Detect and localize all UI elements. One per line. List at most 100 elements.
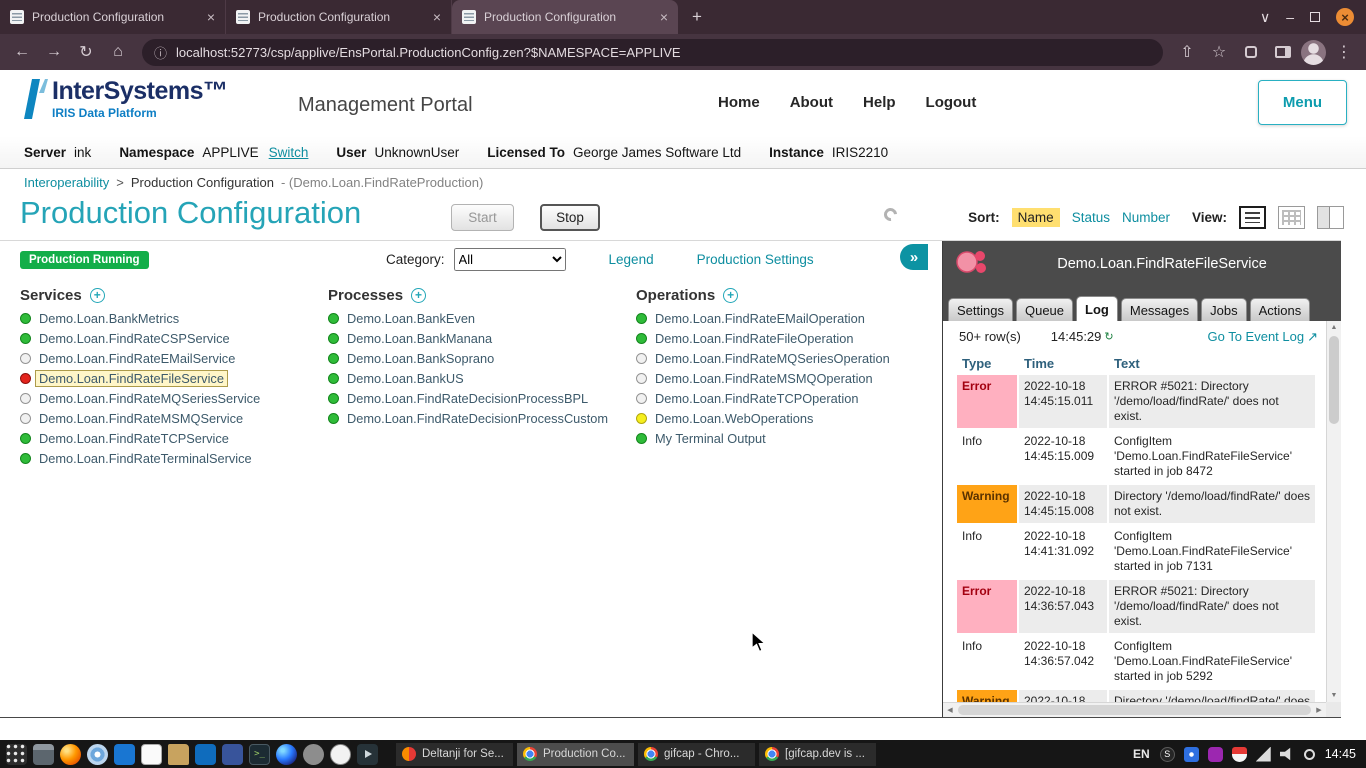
switch-namespace-link[interactable]: Switch bbox=[269, 145, 309, 160]
extensions-icon[interactable] bbox=[1237, 38, 1265, 66]
add-processes-icon[interactable]: + bbox=[411, 288, 426, 303]
power-icon[interactable] bbox=[1304, 749, 1315, 760]
go-to-event-log-link[interactable]: Go To Event Log ↗ bbox=[1207, 329, 1318, 345]
chat-icon[interactable] bbox=[1208, 747, 1223, 762]
config-item[interactable]: Demo.Loan.BankEven bbox=[328, 308, 636, 328]
panel-tab-settings[interactable]: Settings bbox=[948, 298, 1013, 321]
start-button[interactable]: Start bbox=[451, 204, 514, 231]
vertical-scroll-thumb[interactable] bbox=[1329, 336, 1339, 424]
config-item[interactable]: Demo.Loan.WebOperations bbox=[636, 408, 942, 428]
view-split-icon[interactable] bbox=[1317, 206, 1344, 229]
config-item[interactable]: Demo.Loan.FindRateMQSeriesOperation bbox=[636, 348, 942, 368]
add-operations-icon[interactable]: + bbox=[723, 288, 738, 303]
config-item[interactable]: Demo.Loan.FindRateEMailService bbox=[20, 348, 328, 368]
taskbar-window[interactable]: [gifcap.dev is ... bbox=[759, 743, 876, 766]
site-info-icon[interactable]: ⓘ bbox=[154, 43, 167, 62]
tab-search-chevron-icon[interactable]: ∨ bbox=[1260, 10, 1270, 24]
new-tab-button[interactable]: + bbox=[684, 4, 710, 30]
browser-tab[interactable]: Production Configuration× bbox=[452, 0, 678, 34]
config-item[interactable]: Demo.Loan.FindRateTCPService bbox=[20, 428, 328, 448]
mail-icon[interactable] bbox=[114, 744, 135, 765]
config-item[interactable]: Demo.Loan.BankMetrics bbox=[20, 308, 328, 328]
window-maximize-button[interactable] bbox=[1310, 12, 1320, 22]
bookmark-star-icon[interactable]: ☆ bbox=[1205, 38, 1233, 66]
panel-horizontal-scrollbar[interactable]: ◀ ▶ bbox=[943, 702, 1326, 717]
language-indicator[interactable]: EN bbox=[1133, 747, 1150, 761]
config-item[interactable]: Demo.Loan.FindRateTerminalService bbox=[20, 448, 328, 468]
browser-tab[interactable]: Production Configuration× bbox=[0, 0, 226, 34]
auto-refresh-icon[interactable]: ↻ bbox=[1104, 330, 1113, 343]
config-item[interactable]: Demo.Loan.FindRateMSMQOperation bbox=[636, 368, 942, 388]
nav-help[interactable]: Help bbox=[863, 94, 896, 111]
config-item[interactable]: Demo.Loan.FindRateTCPOperation bbox=[636, 388, 942, 408]
skype-icon[interactable] bbox=[1160, 747, 1175, 762]
share-icon[interactable]: ⇧ bbox=[1173, 38, 1201, 66]
scroll-right-icon[interactable]: ▶ bbox=[1312, 706, 1326, 714]
breadcrumb-interoperability[interactable]: Interoperability bbox=[24, 175, 109, 190]
volume-icon[interactable] bbox=[1280, 747, 1295, 762]
address-bar[interactable]: ⓘ localhost:52773/csp/applive/EnsPortal.… bbox=[142, 39, 1163, 66]
tab-close-icon[interactable]: × bbox=[433, 9, 441, 25]
config-item[interactable]: Demo.Loan.FindRateMQSeriesService bbox=[20, 388, 328, 408]
files-icon[interactable] bbox=[33, 744, 54, 765]
forward-button[interactable]: → bbox=[40, 38, 68, 66]
scroll-down-icon[interactable]: ▼ bbox=[1327, 689, 1341, 702]
network-icon[interactable] bbox=[1256, 747, 1271, 762]
stop-button[interactable]: Stop bbox=[540, 204, 600, 231]
home-button[interactable]: ⌂ bbox=[104, 38, 132, 66]
shield-icon[interactable] bbox=[1232, 747, 1247, 762]
reload-button[interactable]: ↻ bbox=[72, 38, 100, 66]
folder-icon[interactable] bbox=[168, 744, 189, 765]
view-grid-icon[interactable] bbox=[1278, 206, 1305, 229]
gimp-icon[interactable] bbox=[303, 744, 324, 765]
vscode-icon[interactable] bbox=[195, 744, 216, 765]
sort-number[interactable]: Number bbox=[1122, 210, 1170, 225]
firefox-dev-icon[interactable] bbox=[276, 744, 297, 765]
sort-name[interactable]: Name bbox=[1012, 208, 1060, 227]
config-item[interactable]: Demo.Loan.FindRateFileService bbox=[20, 368, 328, 388]
side-panel-icon[interactable] bbox=[1269, 38, 1297, 66]
panel-vertical-scrollbar[interactable]: ▲ ▼ bbox=[1326, 321, 1341, 702]
terminal-icon[interactable] bbox=[249, 744, 270, 765]
browser-tab[interactable]: Production Configuration× bbox=[226, 0, 452, 34]
config-item[interactable]: My Terminal Output bbox=[636, 428, 942, 448]
view-list-icon[interactable] bbox=[1239, 206, 1266, 229]
add-services-icon[interactable]: + bbox=[90, 288, 105, 303]
bluefish-icon[interactable] bbox=[222, 744, 243, 765]
tab-close-icon[interactable]: × bbox=[660, 9, 668, 25]
screenshot-icon[interactable] bbox=[330, 744, 351, 765]
config-item[interactable]: Demo.Loan.BankUS bbox=[328, 368, 636, 388]
config-item[interactable]: Demo.Loan.FindRateCSPService bbox=[20, 328, 328, 348]
horizontal-scroll-thumb[interactable] bbox=[958, 705, 1311, 715]
config-item[interactable]: Demo.Loan.BankSoprano bbox=[328, 348, 636, 368]
tab-close-icon[interactable]: × bbox=[207, 9, 215, 25]
media-icon[interactable] bbox=[357, 744, 378, 765]
scroll-up-icon[interactable]: ▲ bbox=[1327, 321, 1341, 334]
collapse-panel-button[interactable]: » bbox=[900, 244, 928, 270]
taskbar-window[interactable]: Deltanji for Se... bbox=[396, 743, 513, 766]
menu-button[interactable]: Menu bbox=[1258, 80, 1347, 125]
window-minimize-button[interactable]: – bbox=[1286, 10, 1294, 24]
taskbar-window[interactable]: gifcap - Chro... bbox=[638, 743, 755, 766]
nav-logout[interactable]: Logout bbox=[926, 94, 977, 111]
legend-link[interactable]: Legend bbox=[609, 252, 654, 267]
nav-home[interactable]: Home bbox=[718, 94, 760, 111]
config-item[interactable]: Demo.Loan.FindRateEMailOperation bbox=[636, 308, 942, 328]
scroll-left-icon[interactable]: ◀ bbox=[943, 706, 957, 714]
text-editor-icon[interactable] bbox=[141, 744, 162, 765]
firefox-icon[interactable] bbox=[60, 744, 81, 765]
panel-tab-messages[interactable]: Messages bbox=[1121, 298, 1198, 321]
config-item[interactable]: Demo.Loan.FindRateFileOperation bbox=[636, 328, 942, 348]
config-item[interactable]: Demo.Loan.FindRateMSMQService bbox=[20, 408, 328, 428]
panel-tab-queue[interactable]: Queue bbox=[1016, 298, 1073, 321]
chromium-icon[interactable] bbox=[87, 744, 108, 765]
production-settings-link[interactable]: Production Settings bbox=[697, 252, 814, 267]
taskbar-window[interactable]: Production Co... bbox=[517, 743, 634, 766]
config-item[interactable]: Demo.Loan.BankManana bbox=[328, 328, 636, 348]
panel-tab-jobs[interactable]: Jobs bbox=[1201, 298, 1246, 321]
back-button[interactable]: ← bbox=[8, 38, 36, 66]
profile-avatar[interactable] bbox=[1301, 40, 1326, 65]
show-apps-icon[interactable] bbox=[6, 744, 27, 765]
window-close-button[interactable]: × bbox=[1336, 8, 1354, 26]
camera-icon[interactable] bbox=[1184, 747, 1199, 762]
